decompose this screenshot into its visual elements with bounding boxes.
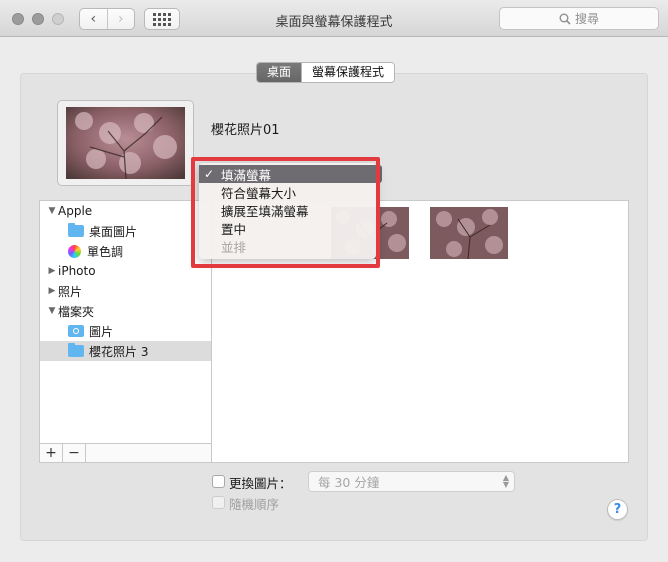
camera-folder-icon [68, 325, 84, 337]
source-label: 圖片 [89, 324, 114, 339]
source-group-photos[interactable]: ▶ 照片 [40, 281, 211, 301]
source-label: iPhoto [58, 264, 96, 278]
source-item-sakura-photos[interactable]: 櫻花照片 3 [40, 341, 211, 361]
interval-value: 每 30 分鐘 [318, 475, 380, 490]
source-label: Apple [58, 204, 93, 218]
tab-switcher: 桌面 螢幕保護程式 [256, 62, 396, 83]
source-group-apple[interactable]: ▼ Apple [40, 201, 211, 221]
color-wheel-icon [68, 244, 81, 258]
source-label: 桌面圖片 [89, 224, 138, 239]
disclosure-collapsed-icon[interactable]: ▶ [46, 266, 58, 276]
folder-icon [68, 343, 84, 357]
random-order-label: 隨機順序 [229, 497, 280, 512]
search-field[interactable]: 搜尋 [499, 7, 659, 30]
source-item-desktop-pictures[interactable]: 桌面圖片 [40, 221, 211, 241]
wallpaper-name: 櫻花照片01 [211, 123, 280, 138]
wallpaper-preview-image [66, 107, 185, 179]
add-source-button[interactable]: + [40, 444, 63, 462]
source-list-footer: + − [39, 443, 212, 463]
disclosure-expanded-icon[interactable]: ▼ [46, 206, 58, 216]
updown-arrows-icon: ▲ ▼ [502, 473, 509, 489]
search-placeholder: 搜尋 [574, 12, 599, 26]
source-label: 單色調 [87, 244, 124, 259]
change-picture-label: 更換圖片： [229, 476, 292, 491]
tab-screensaver[interactable]: 螢幕保護程式 [301, 63, 395, 82]
source-label: 櫻花照片 3 [89, 344, 149, 359]
search-icon [559, 13, 571, 25]
source-item-pictures[interactable]: 圖片 [40, 321, 211, 341]
title-bar: ‹ › 桌面與螢幕保護程式 搜尋 [0, 0, 668, 37]
source-list: ▼ Apple 桌面圖片 單色調 ▶ iPhoto ▶ 照片 ▼ 檔案夾 圖片 … [39, 200, 212, 463]
tab-desktop[interactable]: 桌面 [257, 63, 302, 82]
random-order-checkbox [212, 496, 225, 509]
source-group-iphoto[interactable]: ▶ iPhoto [40, 261, 211, 281]
disclosure-collapsed-icon[interactable]: ▶ [46, 286, 58, 296]
source-label: 照片 [58, 284, 83, 299]
interval-select[interactable]: 每 30 分鐘 ▲ ▼ [308, 471, 515, 492]
source-group-folders[interactable]: ▼ 檔案夾 [40, 301, 211, 321]
help-button[interactable]: ? [607, 499, 628, 520]
disclosure-expanded-icon[interactable]: ▼ [46, 306, 58, 316]
annotation-highlight-box [191, 157, 380, 268]
source-label: 檔案夾 [58, 304, 95, 319]
source-item-solid-colors[interactable]: 單色調 [40, 241, 211, 261]
change-picture-checkbox[interactable] [212, 475, 225, 488]
remove-source-button[interactable]: − [63, 444, 86, 462]
image-thumbnail[interactable] [430, 207, 508, 259]
folder-icon [68, 223, 84, 237]
